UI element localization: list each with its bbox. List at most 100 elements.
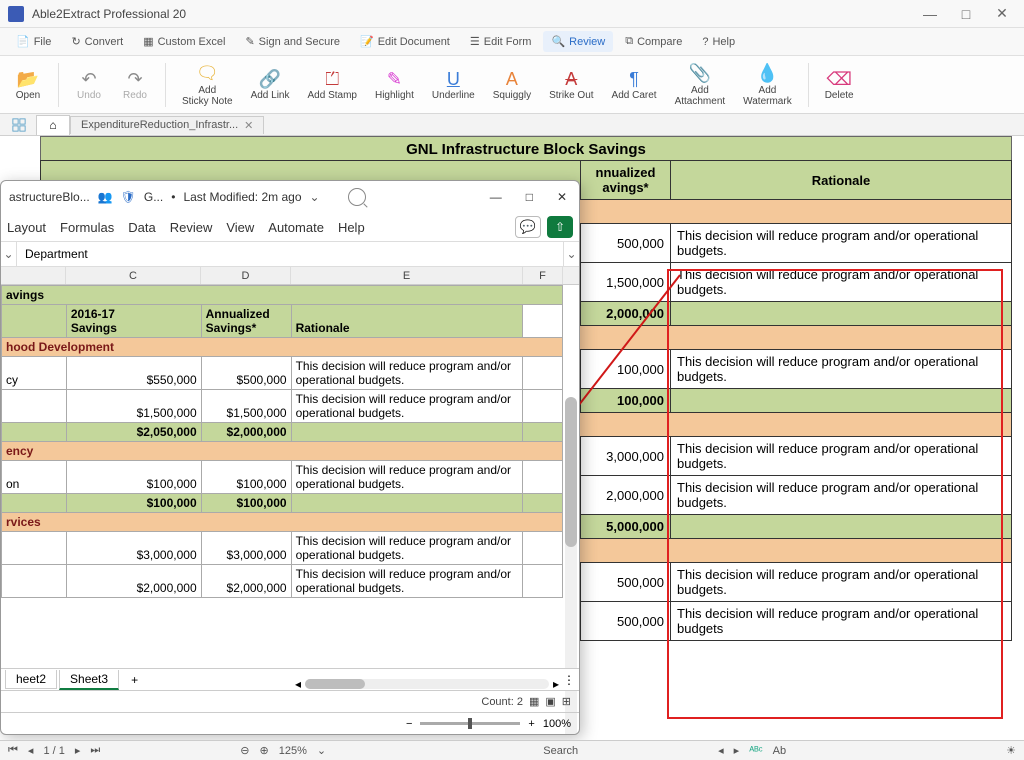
view-break-icon[interactable]: ⊞ — [562, 695, 571, 708]
undo-icon: ↶ — [78, 68, 100, 90]
zoom-value-main[interactable]: 125% — [279, 745, 307, 757]
maximize-button[interactable]: □ — [960, 8, 972, 20]
ribbon-add-attachment[interactable]: 📎Add Attachment — [669, 61, 732, 109]
search-icon[interactable] — [348, 188, 366, 206]
menu-edit-document[interactable]: 📝Edit Document — [352, 31, 458, 52]
shield-icon: 🛡 — [121, 190, 136, 204]
share-people-icon[interactable]: 👥 — [98, 190, 113, 204]
excel-last-modified[interactable]: Last Modified: 2m ago — [183, 190, 301, 204]
formula-expand[interactable]: ⌄ — [563, 242, 579, 266]
nav-prev[interactable]: ◂ — [718, 744, 724, 757]
ribbon-add-caret[interactable]: ¶Add Caret — [606, 66, 663, 103]
excel-menu-review[interactable]: Review — [170, 220, 213, 235]
minimize-button[interactable]: — — [924, 8, 936, 20]
zoom-in-button[interactable]: + — [528, 718, 534, 730]
page-indicator: 1 / 1 — [43, 745, 64, 757]
squiggly-icon: A — [501, 68, 523, 90]
excel-hscroll[interactable]: ◂ ▸ — [291, 678, 563, 690]
close-button[interactable]: ✕ — [996, 8, 1008, 20]
excel-menu-automate[interactable]: Automate — [268, 220, 324, 235]
excel-section-row[interactable]: ency — [2, 442, 563, 461]
panel-toggle-icon[interactable] — [2, 115, 36, 135]
attachment-icon: 📎 — [689, 63, 711, 85]
excel-row: $2,000,000$2,000,000This decision will r… — [2, 565, 563, 598]
ribbon-sticky-note[interactable]: 🗨Add Sticky Note — [176, 61, 239, 109]
page-prev-button[interactable]: ◂ — [28, 744, 34, 757]
ribbon-highlight[interactable]: ✎Highlight — [369, 66, 420, 103]
zoom-in-main[interactable]: ⊕ — [260, 744, 269, 757]
excel-row: cy$550,000$500,000This decision will red… — [2, 357, 563, 390]
link-icon: 🔗 — [259, 68, 281, 90]
redo-icon: ↷ — [124, 68, 146, 90]
zoom-out-button[interactable]: − — [406, 718, 412, 730]
app-icon — [8, 6, 24, 22]
col-header-c[interactable]: C — [66, 267, 201, 284]
tab-close-icon[interactable]: ✕ — [244, 119, 253, 132]
excel-grid[interactable]: C D E F avings 2016-17 Savings Annualize… — [1, 267, 579, 598]
ribbon-strikeout[interactable]: AStrike Out — [543, 66, 599, 103]
highlight-icon: ✎ — [383, 68, 405, 90]
sheet-tab-2[interactable]: heet2 — [5, 670, 57, 689]
name-box[interactable] — [17, 245, 563, 263]
search-label[interactable]: Search — [543, 745, 578, 757]
nav-next[interactable]: ▸ — [734, 744, 740, 757]
menu-convert[interactable]: ↻Convert — [63, 31, 131, 52]
page-next-button[interactable]: ▸ — [75, 744, 81, 757]
excel-row: $3,000,000$3,000,000This decision will r… — [2, 532, 563, 565]
view-layout-icon[interactable]: ▣ — [545, 695, 555, 708]
sheet-menu[interactable]: ⋮ — [563, 673, 575, 687]
col-header-e[interactable]: E — [291, 267, 523, 284]
app-title: Able2Extract Professional 20 — [32, 7, 924, 21]
excel-minimize-button[interactable]: — — [490, 190, 502, 204]
excel-close-button[interactable]: ✕ — [557, 190, 567, 204]
ribbon-redo[interactable]: ↷Redo — [115, 66, 155, 103]
comments-button[interactable]: 💬 — [515, 216, 541, 238]
menu-review[interactable]: 🔍Review — [543, 31, 613, 52]
ribbon-add-watermark[interactable]: 💧Add Watermark — [737, 61, 798, 109]
settings-icon[interactable]: ☀ — [1006, 744, 1016, 757]
page-last-button[interactable]: ⏭ — [90, 744, 100, 757]
caret-icon: ¶ — [623, 68, 645, 90]
add-sheet-button[interactable]: + — [121, 673, 148, 687]
ribbon-add-link[interactable]: 🔗Add Link — [245, 66, 296, 103]
namebox-dropdown[interactable]: ⌄ — [1, 242, 17, 266]
page-first-button[interactable]: ⏮ — [8, 744, 18, 757]
excel-menu-data[interactable]: Data — [128, 220, 155, 235]
menu-compare[interactable]: ⧉Compare — [617, 31, 690, 52]
menu-file[interactable]: 📄File — [8, 31, 59, 52]
excel-section-row[interactable]: hood Development — [2, 338, 563, 357]
excel-section-row[interactable]: rvices — [2, 513, 563, 532]
menu-help[interactable]: ?Help — [694, 32, 743, 52]
excel-title-cell[interactable]: avings — [2, 286, 563, 305]
excel-menu-layout[interactable]: Layout — [7, 220, 46, 235]
ribbon-open[interactable]: 📂Open — [8, 66, 48, 103]
ribbon-add-stamp[interactable]: ⏍Add Stamp — [302, 66, 363, 103]
title-bar: Able2Extract Professional 20 — □ ✕ — [0, 0, 1024, 28]
excel-menu-view[interactable]: View — [226, 220, 254, 235]
sheet-tab-3[interactable]: Sheet3 — [59, 670, 119, 690]
zoom-out-main[interactable]: ⊖ — [240, 744, 249, 757]
ribbon-undo[interactable]: ↶Undo — [69, 66, 109, 103]
document-tab[interactable]: ExpenditureReduction_Infrastr... ✕ — [70, 116, 264, 134]
menu-sign[interactable]: ✎Sign and Secure — [237, 31, 348, 52]
menu-bar: 📄File ↻Convert ▦Custom Excel ✎Sign and S… — [0, 28, 1024, 56]
zoom-slider[interactable] — [420, 722, 520, 725]
excel-menu-help[interactable]: Help — [338, 220, 365, 235]
menu-edit-form[interactable]: ☰Edit Form — [462, 31, 540, 52]
home-icon[interactable]: ⌂ — [36, 115, 70, 135]
excel-status-bar: Count: 2 ▦ ▣ ⊞ — [1, 690, 579, 712]
excel-menu-formulas[interactable]: Formulas — [60, 220, 114, 235]
ribbon-underline[interactable]: UUnderline — [426, 66, 481, 103]
excel-doc-name: astructureBlo... — [9, 190, 90, 204]
chevron-down-icon[interactable]: ⌄ — [310, 190, 320, 204]
zoom-level[interactable]: 100% — [543, 718, 571, 730]
view-normal-icon[interactable]: ▦ — [529, 695, 539, 708]
ribbon-squiggly[interactable]: ASquiggly — [487, 66, 537, 103]
spellcheck-icon[interactable]: ᴬᴮᶜ — [749, 745, 762, 757]
excel-maximize-button[interactable]: □ — [526, 190, 533, 204]
col-header-f[interactable]: F — [523, 267, 563, 284]
ribbon-delete[interactable]: ⌫Delete — [819, 66, 860, 103]
menu-custom-excel[interactable]: ▦Custom Excel — [135, 31, 233, 52]
share-button[interactable]: ⇧ — [547, 216, 573, 238]
col-header-d[interactable]: D — [201, 267, 291, 284]
